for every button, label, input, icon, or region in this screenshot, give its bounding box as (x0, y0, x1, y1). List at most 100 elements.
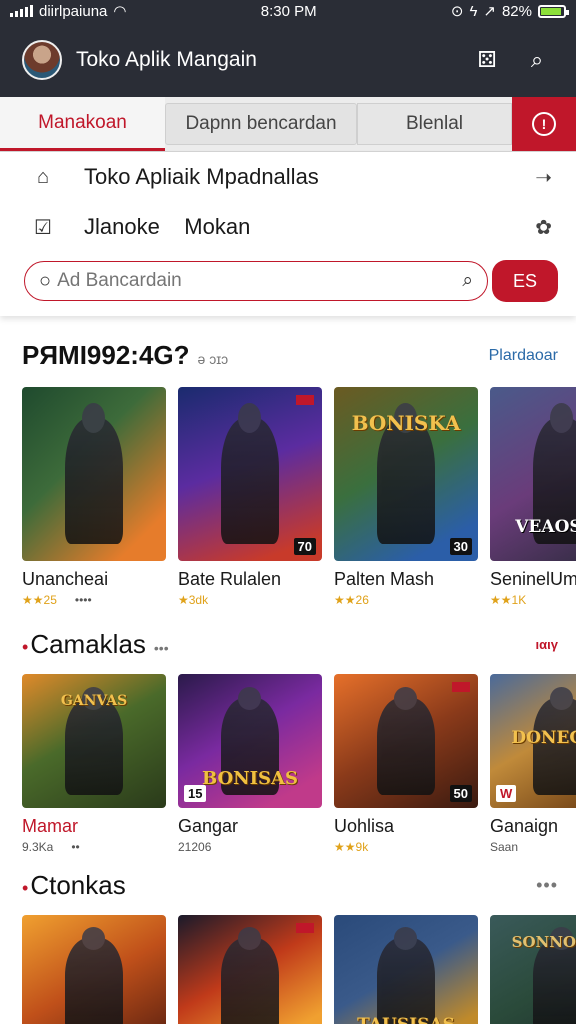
game-meta: •••• (74, 593, 92, 607)
game-title: Unancheai (22, 569, 109, 589)
status-bar: diirlpaiuna ◠ 8:30 PM ⊙ ϟ ↗ 82% (0, 0, 576, 22)
game-thumbnail: BONISKA 30 (334, 387, 478, 561)
card-row: Unancheai ★★25 •••• 70 Bate Rulalen ★3dk … (0, 387, 576, 607)
game-thumbnail: 50 (334, 674, 478, 808)
avatar[interactable] (22, 39, 62, 80)
game-logo: SONNORUS (511, 933, 576, 952)
tab-bar: Manakoan Dapnn bencardan Blenlal ! (0, 97, 576, 152)
search-box[interactable]: ○ ⌕ (24, 261, 488, 301)
nfc-icon: ϟ (469, 2, 478, 20)
more-options-icon[interactable]: ••• (536, 875, 558, 896)
game-thumbnail: TAUSISAS (334, 915, 478, 1024)
section-title: •Ctonkas (22, 870, 126, 900)
battery-percent: 82% (501, 2, 532, 20)
section-suffix: ••• (153, 640, 169, 656)
section-header: PЯMI992:4G? ə ɔɪɔ Plardaoar (0, 340, 576, 371)
game-rating: ★★25 (22, 593, 57, 607)
game-title: Ganaign (490, 816, 559, 836)
section-title-text: Camaklas (30, 629, 146, 659)
game-thumbnail: VEAOSOS7 (490, 387, 576, 561)
game-badge: W (496, 785, 517, 802)
game-thumbnail (178, 915, 322, 1024)
menu-item-store[interactable]: ⌂ Toko Apliaik Mpadnallas ➝ (0, 152, 576, 202)
game-logo: DONEGAN (511, 727, 576, 748)
game-title: Uohlisa (334, 816, 395, 836)
game-badge: 50 (449, 785, 472, 802)
section-title: PЯMI992:4G? ə ɔɪɔ (22, 340, 228, 371)
see-all-link[interactable]: Plardaoar (489, 347, 558, 365)
game-thumbnail (22, 387, 166, 561)
game-logo: TAUSISAS (343, 1015, 470, 1024)
game-card[interactable]: GANVAS Mamar 9.3Ka •• (22, 674, 166, 854)
section-header: •Camaklas ••• ıαιγ (0, 629, 576, 660)
carrier-label: diirlpaiuna (39, 2, 108, 20)
magnifier-icon[interactable]: ⌕ (462, 270, 473, 292)
arrow-right-icon: ➝ (535, 166, 552, 189)
game-logo: GANVAS (60, 692, 128, 709)
game-title: Palten Mash (334, 569, 435, 589)
game-thumbnail: GANVAS (22, 674, 166, 808)
clock: 8:30 PM (260, 2, 317, 20)
game-rating: ★★26 (334, 593, 369, 607)
alert-button[interactable]: ! (512, 97, 576, 151)
game-card[interactable]: TAUSISAS (334, 915, 478, 1024)
alarm-icon: ⊙ (450, 3, 464, 20)
game-rating: ★★9k (334, 840, 369, 854)
card-row: GANVAS Mamar 9.3Ka •• BONISAS 15 Gangar 21… (0, 674, 576, 854)
game-rating: Saan (490, 840, 519, 854)
game-card[interactable]: SONNORUS (490, 915, 576, 1024)
see-all-link[interactable]: ıαιγ (536, 637, 558, 652)
game-thumbnail: SONNORUS (490, 915, 576, 1024)
wifi-icon: ◠ (113, 3, 127, 20)
edit-icon: ☑ (34, 216, 52, 239)
game-title: Gangar (178, 816, 239, 836)
game-card[interactable]: BONISKA 30 Palten Mash ★★26 (334, 387, 478, 607)
signal-icon (10, 5, 33, 17)
menu-item-label: Toko Apliaik Mpadnallas (84, 164, 319, 189)
game-rating: ★3dk (178, 593, 209, 607)
game-thumbnail: 70 (178, 387, 322, 561)
menu-item-manage[interactable]: ☑ Jlanoke Mokan ✿ (0, 202, 576, 252)
game-card[interactable]: 50 Uohlisa ★★9k (334, 674, 478, 854)
game-logo: BONISKA (351, 411, 461, 436)
battery-icon (538, 4, 569, 18)
game-title: Bate Rulalen (178, 569, 282, 589)
game-card[interactable]: 70 Bate Rulalen ★3dk (178, 387, 322, 607)
game-card[interactable] (178, 915, 322, 1024)
menu-panel: ⌂ Toko Apliaik Mpadnallas ➝ ☑ Jlanoke Mo… (0, 152, 576, 316)
game-card[interactable] (22, 915, 166, 1024)
search-row: ○ ⌕ ES (0, 252, 576, 302)
card-row: TAUSISAS SONNORUS (0, 915, 576, 1024)
game-logo: VEAOSOS (515, 516, 576, 537)
menu-item-label: Jlanoke Mokan (84, 214, 251, 239)
settings-icon[interactable]: ✿ (535, 215, 552, 240)
app-title: Toko Aplik Mangain (76, 47, 257, 71)
tab-dapnn-bencardan[interactable]: Dapnn bencardan (165, 103, 357, 145)
game-badge: 15 (184, 785, 207, 802)
game-card[interactable]: Unancheai ★★25 •••• (22, 387, 166, 607)
game-badge: 30 (449, 538, 472, 555)
game-badge: 70 (293, 538, 316, 555)
game-thumbnail: DONEGAN W (490, 674, 576, 808)
section-suffix: ə ɔɪɔ (197, 351, 229, 367)
app-bar: Toko Aplik Mangain ⚄ ⌕ (0, 22, 576, 97)
game-rating: ★★1K (490, 593, 527, 607)
search-button[interactable]: ES (492, 260, 558, 302)
section-title-text: PЯMI992:4G? (22, 340, 190, 370)
game-meta: •• (71, 840, 80, 854)
game-title: SeninelUmám (490, 569, 576, 589)
game-card[interactable]: VEAOSOS7 SeninelUmám ★★1K (490, 387, 576, 607)
grid-icon[interactable]: ⚄ (470, 43, 504, 77)
game-card[interactable]: DONEGAN W Ganaign Saan (490, 674, 576, 854)
search-icon[interactable]: ⌕ (520, 43, 554, 77)
tab-manakoan[interactable]: Manakoan (0, 97, 165, 151)
game-card[interactable]: BONISAS 15 Gangar 21206 (178, 674, 322, 854)
search-input[interactable] (57, 270, 463, 292)
game-rating: 21206 (178, 840, 212, 854)
tab-blenlal[interactable]: Blenlal (357, 103, 512, 145)
alert-icon: ! (532, 112, 556, 136)
section-title: •Camaklas ••• (22, 629, 169, 659)
home-icon: ⌂ (36, 165, 50, 188)
location-icon: ↗ (483, 3, 496, 20)
section-title-text: Ctonkas (30, 870, 126, 900)
